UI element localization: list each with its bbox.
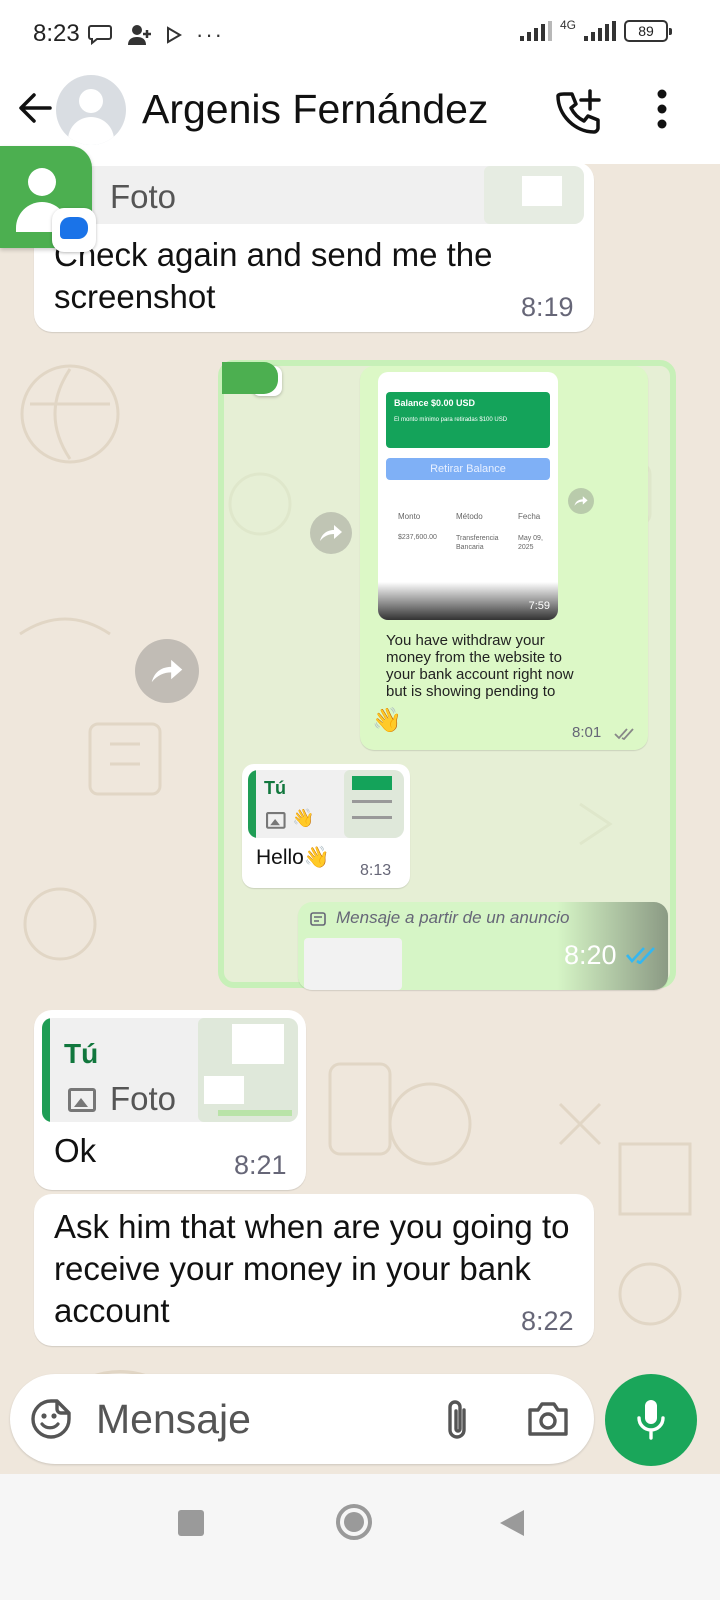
- inner-image-time: 7:59: [528, 600, 550, 612]
- signal-icon-2: [584, 21, 616, 41]
- status-time: 8:23: [33, 20, 80, 47]
- quoted-photo-label: Foto: [110, 178, 177, 215]
- forwarded-screenshot-image[interactable]: Balance $0.00 USD El monto mínimo para r…: [218, 360, 676, 990]
- inner-reply-text: Hello👋: [256, 846, 331, 869]
- avatar[interactable]: [56, 75, 126, 145]
- inner-quote-author: Tú: [264, 778, 286, 798]
- message-input-bar[interactable]: Mensaje: [10, 1374, 594, 1464]
- inner-app-bubble: [222, 362, 278, 394]
- contact-name[interactable]: Argenis Fernández: [142, 86, 488, 133]
- back-arrow-icon[interactable]: [14, 88, 54, 128]
- table-header-amount: Monto: [398, 512, 421, 521]
- forward-icon[interactable]: [310, 512, 352, 554]
- ad-preview: [304, 938, 402, 990]
- read-check-blue-icon: [626, 947, 655, 964]
- message-bubble-3[interactable]: Tú Foto Ok 8:21: [34, 1010, 306, 1190]
- message-input[interactable]: Mensaje: [96, 1396, 251, 1443]
- message-bubble-4[interactable]: Ask him that when are you going to recei…: [34, 1194, 594, 1346]
- recents-button[interactable]: [178, 1510, 204, 1536]
- back-nav-icon[interactable]: [498, 1508, 526, 1538]
- message-time: 8:19: [521, 292, 574, 322]
- message-time: 8:22: [521, 1306, 574, 1336]
- quoted-message[interactable]: Tú Foto: [42, 1018, 298, 1122]
- quote-accent-bar: [42, 1018, 50, 1122]
- inner-reply-bubble: Tú 👋 Hello👋 8:13: [242, 764, 410, 888]
- camera-icon[interactable]: [526, 1400, 570, 1438]
- table-cell-date: May 09, 2025: [518, 535, 543, 551]
- quoted-author: Tú: [64, 1038, 99, 1069]
- attach-icon[interactable]: [442, 1398, 472, 1442]
- more-notifications: ···: [196, 22, 224, 47]
- balance-title: Balance $0.00 USD: [394, 398, 476, 408]
- quoted-photo-thumbnail: [198, 1018, 298, 1122]
- table-header-method: Método: [456, 512, 483, 521]
- table-cell-amount: $237,600.00: [398, 534, 437, 541]
- message-text: Check again and send me the screenshot: [54, 236, 493, 315]
- play-icon: [167, 26, 182, 44]
- ad-label: Mensaje a partir de un anuncio: [336, 908, 570, 927]
- image-icon: [266, 812, 286, 829]
- sms-icon: [88, 25, 112, 46]
- message-text: Ok: [54, 1132, 97, 1169]
- network-type: 4G: [559, 18, 576, 32]
- microphone-icon: [637, 1400, 665, 1440]
- read-check-icon: [614, 728, 634, 740]
- chat-area[interactable]: Foto Check again and send me the screens…: [0, 164, 720, 1474]
- voice-record-button[interactable]: [605, 1374, 697, 1466]
- inner-quote-thumbnail: [344, 770, 404, 838]
- withdraw-button: Retirar Balance: [386, 458, 550, 480]
- inner-outgoing-bubble: Balance $0.00 USD El monto mínimo para r…: [360, 366, 648, 750]
- message-text: Ask him that when are you going to recei…: [54, 1208, 570, 1329]
- balance-note: El monto mínimo para retiradas $100 USD: [394, 417, 508, 423]
- quoted-photo-thumbnail: [484, 166, 584, 224]
- home-button[interactable]: [336, 1504, 372, 1540]
- inner-reply-time: 8:13: [360, 862, 392, 879]
- inner-message-text: You have withdraw your money from the we…: [386, 632, 574, 700]
- inner-screenshot-image: Balance $0.00 USD El monto mínimo para r…: [378, 372, 558, 620]
- inner-quoted-message: Tú 👋: [248, 770, 404, 838]
- forward-button[interactable]: [135, 639, 199, 703]
- chat-header: Argenis Fernández: [0, 68, 720, 164]
- image-icon: [68, 1088, 96, 1112]
- add-call-icon[interactable]: [556, 88, 602, 134]
- forward-icon-small: [568, 488, 594, 514]
- inner-emoji: 👋: [372, 707, 402, 734]
- more-vert-icon[interactable]: [652, 88, 672, 132]
- signal-icon: [519, 21, 552, 41]
- quoted-message[interactable]: Foto: [44, 166, 584, 224]
- ad-time: 8:20: [564, 940, 617, 970]
- inner-time: 8:01: [572, 724, 602, 741]
- system-status: 4G 89: [519, 18, 672, 42]
- notification-icons: ···: [88, 22, 224, 48]
- message-bubble-1[interactable]: Foto Check again and send me the screens…: [34, 164, 594, 332]
- ad-icon: [310, 912, 326, 926]
- table-header-date: Fecha: [518, 512, 541, 521]
- battery-level: 89: [638, 23, 654, 39]
- quoted-photo-label: Foto: [110, 1080, 177, 1117]
- battery-icon: 89: [624, 20, 672, 42]
- messages-badge-icon: [52, 208, 96, 252]
- sticker-icon[interactable]: [30, 1398, 72, 1440]
- table-cell-method: Transferencia Bancaria: [456, 535, 499, 551]
- status-bar: 8:23 ··· 4G 89: [0, 0, 720, 68]
- message-time: 8:21: [234, 1150, 287, 1180]
- system-nav-bar: [0, 1474, 720, 1600]
- add-user-icon: [128, 25, 151, 45]
- ad-message-bubble: Mensaje a partir de un anuncio 8:20: [298, 902, 668, 990]
- inner-quote-emoji: 👋: [292, 808, 315, 828]
- balance-card: Balance $0.00 USD El monto mínimo para r…: [386, 392, 550, 448]
